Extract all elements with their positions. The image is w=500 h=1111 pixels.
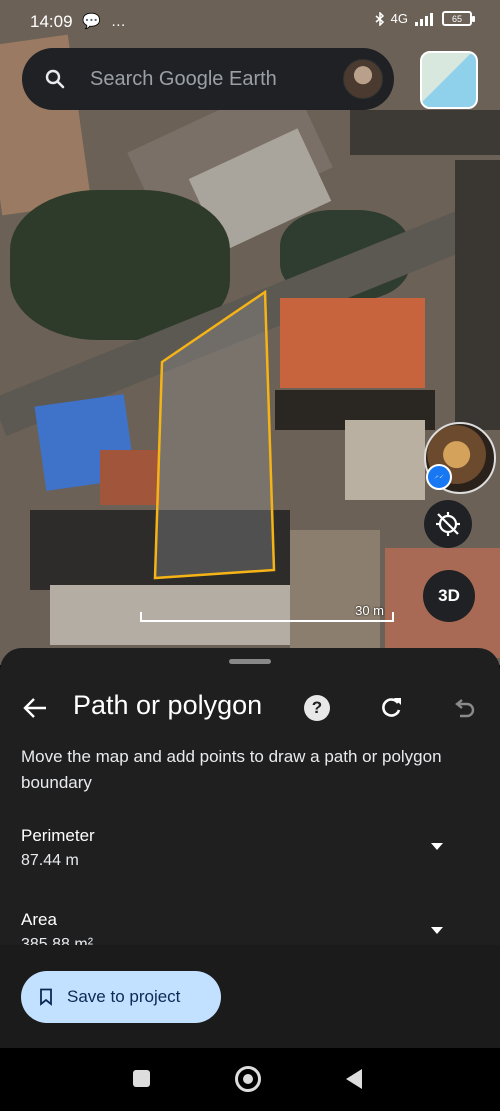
save-to-project-button[interactable]: Save to project bbox=[21, 971, 221, 1023]
back-triangle-icon[interactable] bbox=[346, 1069, 362, 1089]
perimeter-value: 87.44 m bbox=[21, 852, 79, 869]
scale-bar bbox=[140, 612, 394, 622]
map-scale: 30 m bbox=[140, 603, 394, 625]
drawn-polygon bbox=[153, 289, 276, 580]
minimap-thumbnail[interactable] bbox=[420, 51, 478, 109]
area-label: Area bbox=[21, 910, 57, 929]
status-time: 14:09 bbox=[30, 12, 73, 31]
home-icon[interactable] bbox=[235, 1066, 261, 1092]
search-input[interactable]: Search Google Earth bbox=[90, 68, 343, 91]
measure-bottom-sheet: Path or polygon ? Move the map and add p… bbox=[0, 648, 500, 953]
bluetooth-icon bbox=[375, 11, 384, 26]
undo-icon[interactable] bbox=[451, 695, 477, 721]
instructions-text: Move the map and add points to draw a pa… bbox=[21, 747, 442, 792]
network-label: 4G bbox=[390, 11, 408, 26]
refresh-icon[interactable] bbox=[378, 695, 404, 721]
recents-icon[interactable] bbox=[133, 1070, 150, 1087]
location-off-button[interactable] bbox=[424, 500, 472, 548]
battery-icon: 65 bbox=[442, 11, 475, 26]
status-right-group: 4G 65 bbox=[375, 11, 475, 26]
3d-toggle-button[interactable]: 3D bbox=[423, 570, 475, 622]
sheet-title: Path or polygon bbox=[73, 690, 263, 720]
notification-icons: 💬 … bbox=[82, 13, 129, 30]
drag-handle[interactable] bbox=[229, 659, 271, 664]
signal-icon bbox=[415, 12, 433, 26]
save-button-label: Save to project bbox=[67, 987, 181, 1006]
bookmark-icon bbox=[40, 988, 52, 1006]
back-arrow-icon[interactable] bbox=[22, 694, 50, 722]
messenger-icon bbox=[426, 464, 452, 490]
account-avatar[interactable] bbox=[343, 59, 383, 99]
search-icon bbox=[45, 69, 65, 89]
location-off-icon bbox=[436, 512, 460, 536]
area-dropdown-icon[interactable] bbox=[428, 925, 446, 937]
search-bar[interactable]: Search Google Earth bbox=[22, 48, 394, 110]
perimeter-label: Perimeter bbox=[21, 826, 95, 845]
battery-level: 65 bbox=[451, 13, 462, 24]
status-bar: 14:09 💬 … 4G 65 bbox=[0, 0, 500, 42]
help-icon[interactable]: ? bbox=[304, 695, 330, 721]
system-navigation-bar bbox=[0, 1048, 500, 1111]
perimeter-dropdown-icon[interactable] bbox=[428, 841, 446, 853]
